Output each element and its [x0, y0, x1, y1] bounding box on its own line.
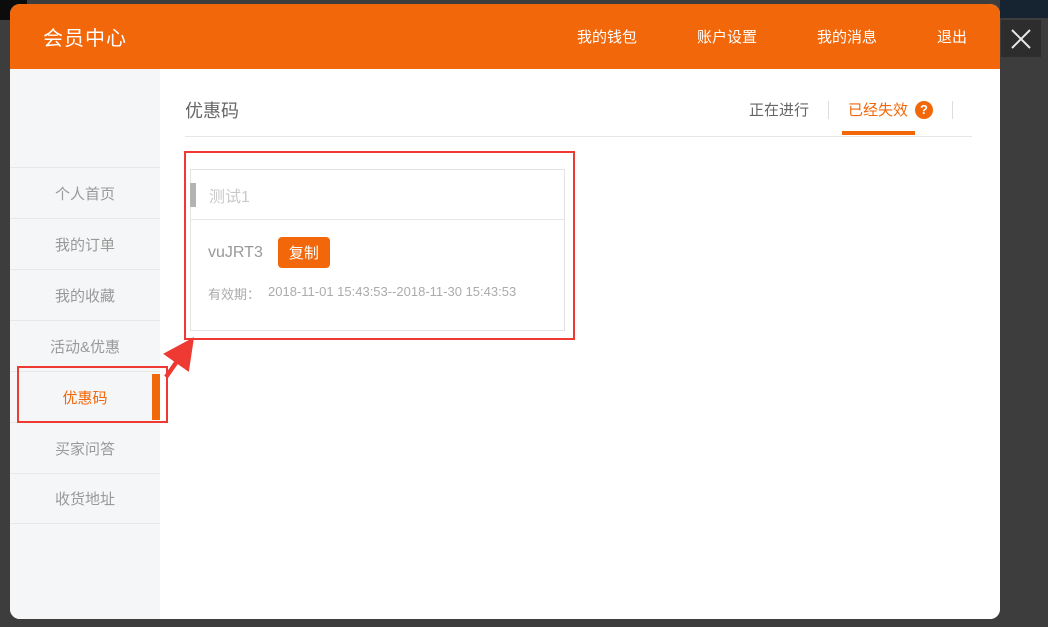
- card-accent-bar: [190, 183, 196, 207]
- header-divider: [185, 136, 972, 137]
- main-content: 优惠码 正在进行 已经失效 ?: [160, 69, 1000, 619]
- sidebar-item-buyer-qa[interactable]: 买家问答: [10, 422, 160, 473]
- tab-expired-label: 已经失效: [848, 99, 908, 120]
- tab-expired[interactable]: 已经失效 ?: [848, 99, 933, 120]
- modal-body: 个人首页 我的订单 我的收藏 活动&优惠 优惠码 买家问答 收货地址 优惠码 正…: [10, 69, 1000, 619]
- validity-label: 有效期：: [208, 284, 260, 303]
- sidebar-item-address[interactable]: 收货地址: [10, 473, 160, 524]
- copy-button[interactable]: 复制: [278, 237, 330, 268]
- sidebar-item-home[interactable]: 个人首页: [10, 167, 160, 218]
- screen: 会员中心 我的钱包 账户设置 我的消息 退出 个人首页 我的订单 我的收藏 活动…: [0, 0, 1048, 627]
- tab-bar: 正在进行 已经失效 ?: [749, 99, 972, 120]
- title-row: 优惠码 正在进行 已经失效 ?: [160, 69, 1000, 136]
- nav-item-wallet[interactable]: 我的钱包: [577, 26, 637, 47]
- coupon-code-row: vuJRT3 复制: [208, 237, 546, 268]
- coupon-name: 测试1: [209, 183, 250, 207]
- coupon-card-header: 测试1: [191, 170, 564, 220]
- question-icon[interactable]: ?: [915, 101, 933, 119]
- tab-separator: [828, 101, 829, 119]
- sidebar-item-promotions[interactable]: 活动&优惠: [10, 320, 160, 371]
- coupon-card: 测试1 vuJRT3 复制 有效期： 2018-11-01 15:43:53--…: [190, 169, 565, 331]
- modal-title: 会员中心: [43, 22, 127, 51]
- sidebar-item-orders[interactable]: 我的订单: [10, 218, 160, 269]
- sidebar-item-favorites[interactable]: 我的收藏: [10, 269, 160, 320]
- sidebar-item-coupon-code[interactable]: 优惠码: [10, 371, 160, 422]
- nav-item-logout[interactable]: 退出: [937, 26, 967, 47]
- validity-row: 有效期： 2018-11-01 15:43:53--2018-11-30 15:…: [208, 284, 546, 303]
- active-tab-underline: [842, 131, 915, 135]
- validity-value: 2018-11-01 15:43:53--2018-11-30 15:43:53: [268, 284, 516, 303]
- tab-in-progress[interactable]: 正在进行: [749, 99, 809, 120]
- tab-separator: [952, 101, 953, 119]
- coupon-code: vuJRT3: [208, 244, 263, 262]
- sidebar-item-label: 优惠码: [62, 387, 107, 408]
- page-title: 优惠码: [185, 97, 239, 123]
- background-corner-top-right: [1000, 0, 1048, 18]
- close-button[interactable]: [1001, 20, 1041, 57]
- sidebar: 个人首页 我的订单 我的收藏 活动&优惠 优惠码 买家问答 收货地址: [10, 69, 160, 619]
- active-indicator-bar: [152, 374, 160, 420]
- header-nav: 我的钱包 账户设置 我的消息 退出: [577, 26, 967, 47]
- coupon-card-body: vuJRT3 复制 有效期： 2018-11-01 15:43:53--2018…: [191, 220, 564, 303]
- modal-header: 会员中心 我的钱包 账户设置 我的消息 退出: [10, 4, 1000, 69]
- nav-item-messages[interactable]: 我的消息: [817, 26, 877, 47]
- close-icon: [1008, 26, 1034, 52]
- member-center-modal: 会员中心 我的钱包 账户设置 我的消息 退出 个人首页 我的订单 我的收藏 活动…: [10, 4, 1000, 619]
- nav-item-account-settings[interactable]: 账户设置: [697, 26, 757, 47]
